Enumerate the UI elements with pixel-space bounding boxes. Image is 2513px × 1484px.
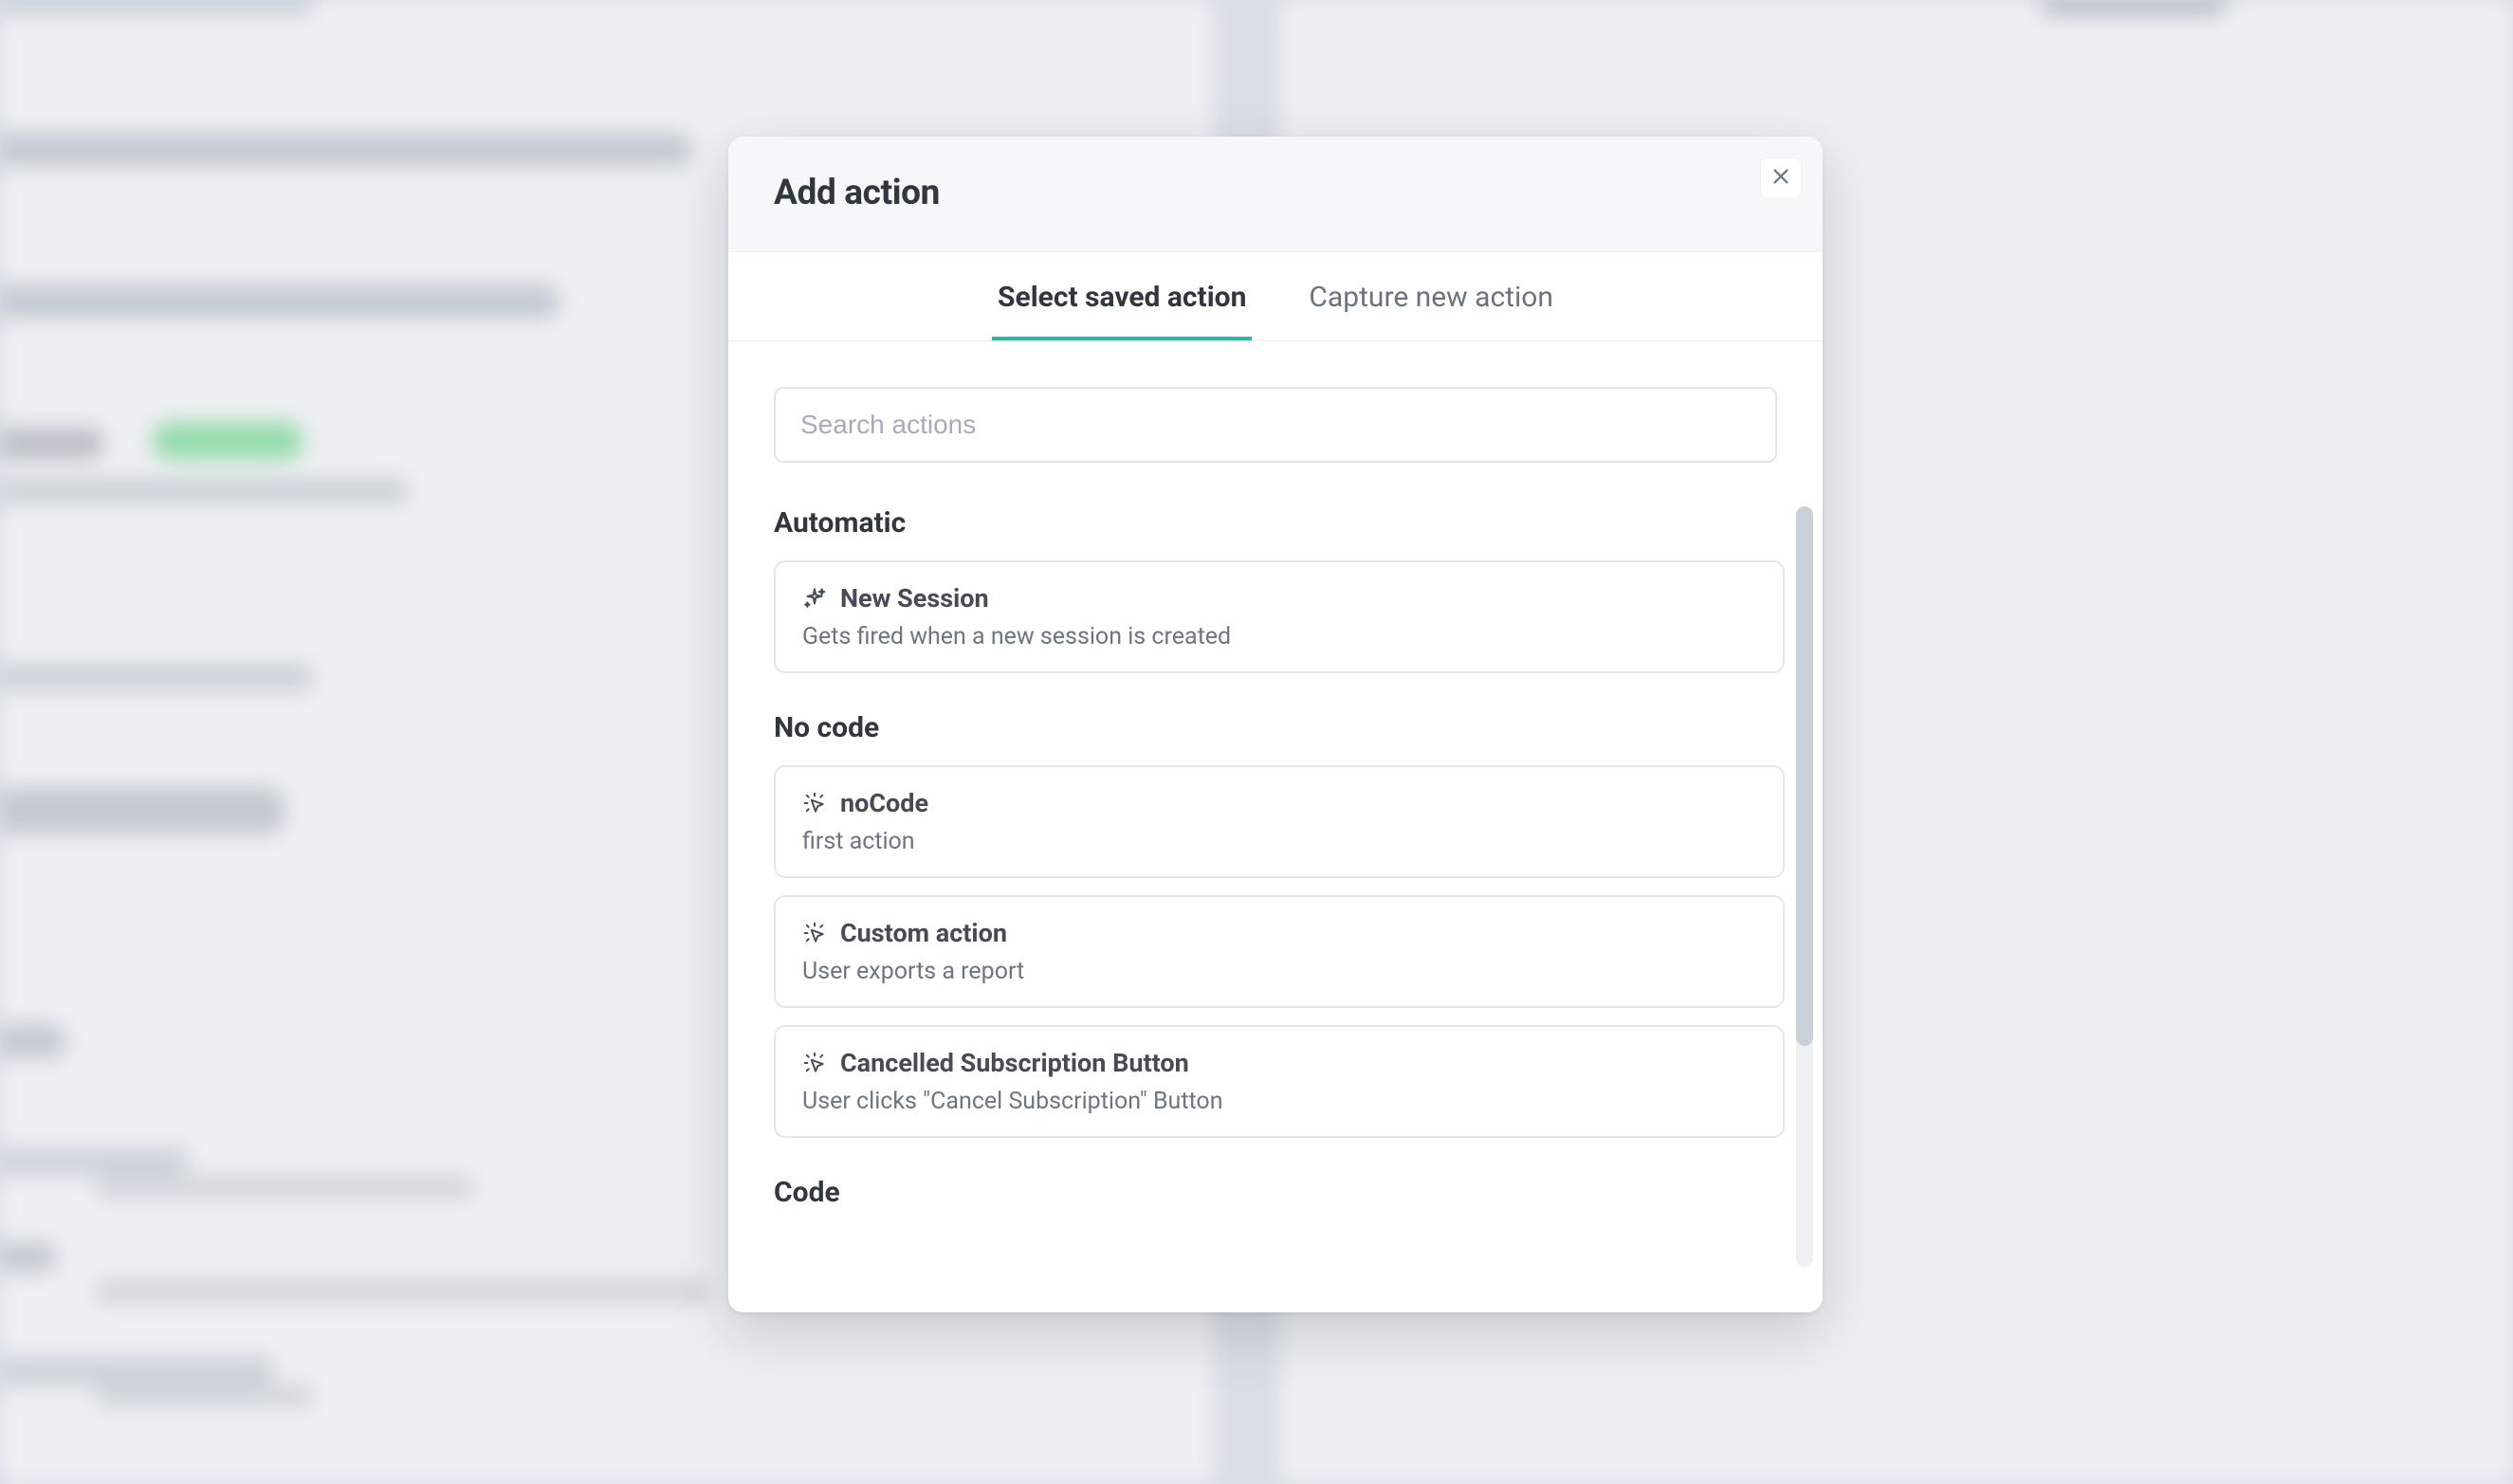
action-card-cancelled-subscription[interactable]: Cancelled Subscription Button User click… <box>774 1025 1785 1138</box>
group-no-code: No code noCode first action <box>774 711 1785 1138</box>
action-card-nocode[interactable]: noCode first action <box>774 765 1785 878</box>
action-title: noCode <box>840 788 928 818</box>
scrollbar-track[interactable] <box>1796 506 1813 1267</box>
action-desc: Gets fired when a new session is created <box>802 623 1756 650</box>
tab-label: Select saved action <box>998 281 1246 314</box>
search-input[interactable] <box>774 387 1777 463</box>
cursor-click-icon <box>802 1051 827 1075</box>
add-action-modal: Add action Select saved action Capture n… <box>728 137 1823 1312</box>
modal-body: Automatic New Session Gets fired when a <box>728 341 1823 1312</box>
group-title: Automatic <box>774 506 1785 540</box>
modal-header: Add action <box>728 137 1823 252</box>
action-title: Custom action <box>840 918 1007 948</box>
group-code: Code <box>774 1176 1785 1209</box>
group-title: Code <box>774 1176 1785 1209</box>
sparkle-icon <box>802 586 827 611</box>
search-wrap <box>774 387 1777 463</box>
action-title: Cancelled Subscription Button <box>840 1048 1189 1078</box>
group-automatic: Automatic New Session Gets fired when a <box>774 506 1785 673</box>
action-desc: User clicks "Cancel Subscription" Button <box>802 1088 1756 1115</box>
scrollbar-thumb[interactable] <box>1796 506 1813 1046</box>
action-desc: first action <box>802 828 1756 855</box>
cursor-click-icon <box>802 921 827 945</box>
modal-title: Add action <box>774 173 1777 213</box>
action-list-scroll[interactable]: Automatic New Session Gets fired when a <box>774 506 1785 1312</box>
tab-label: Capture new action <box>1309 281 1553 314</box>
tab-capture-new-action[interactable]: Capture new action <box>1303 277 1559 340</box>
group-title: No code <box>774 711 1785 744</box>
action-card-custom-action[interactable]: Custom action User exports a report <box>774 895 1785 1008</box>
action-title: New Session <box>840 583 989 614</box>
tab-select-saved-action[interactable]: Select saved action <box>992 277 1252 340</box>
close-icon <box>1770 166 1791 191</box>
action-desc: User exports a report <box>802 958 1756 985</box>
close-button[interactable] <box>1760 157 1802 199</box>
cursor-click-icon <box>802 791 827 815</box>
action-card-new-session[interactable]: New Session Gets fired when a new sessio… <box>774 560 1785 673</box>
modal-tabs: Select saved action Capture new action <box>728 252 1823 341</box>
